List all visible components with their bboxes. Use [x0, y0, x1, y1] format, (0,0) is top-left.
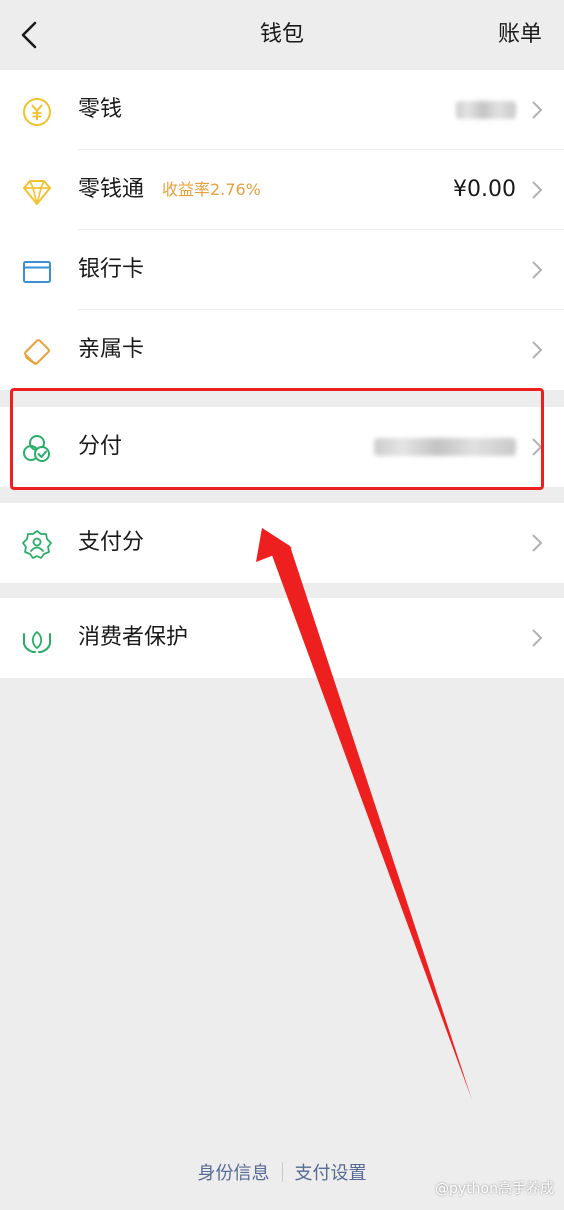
- identity-info-link[interactable]: 身份信息: [198, 1159, 270, 1185]
- wallet-item-lingqiantong[interactable]: 零钱通 收益率2.76% ¥0.00: [0, 150, 564, 230]
- bill-button[interactable]: 账单: [498, 0, 542, 70]
- fenfu-item[interactable]: 分付: [0, 407, 564, 487]
- chevron-right-icon: [532, 261, 543, 279]
- wallet-item-value: ¥0.00: [453, 177, 516, 202]
- footer-divider: [281, 1162, 283, 1182]
- consumer-group: 消费者保护: [0, 598, 564, 678]
- chevron-right-icon: [532, 534, 543, 552]
- pay-score-label: 支付分: [78, 530, 145, 555]
- pay-score-item[interactable]: 支付分: [0, 503, 564, 583]
- yield-badge: 收益率2.76%: [162, 180, 261, 199]
- blurred-balance: [456, 101, 516, 119]
- nav-bar: 钱包 账单: [0, 0, 564, 70]
- wallet-item-label: 零钱: [78, 97, 123, 122]
- yen-coin-icon: [20, 95, 54, 129]
- consumer-protection-item[interactable]: 消费者保护: [0, 598, 564, 678]
- diamond-icon: [20, 175, 54, 209]
- wallet-item-label: 零钱通: [78, 177, 145, 202]
- wallet-item-change[interactable]: 零钱: [0, 70, 564, 150]
- chevron-right-icon: [532, 101, 543, 119]
- wallet-item-label: 亲属卡: [78, 337, 145, 362]
- chevron-right-icon: [532, 629, 543, 647]
- fenfu-label: 分付: [78, 434, 123, 459]
- pay-score-group: 支付分: [0, 503, 564, 583]
- family-card-icon: [20, 335, 54, 369]
- page-title: 钱包: [259, 22, 304, 47]
- fenfu-circles-icon: [20, 432, 54, 466]
- wallet-item-label: 银行卡: [78, 257, 145, 282]
- chevron-right-icon: [532, 181, 543, 199]
- blurred-amount: [374, 438, 516, 456]
- watermark: @python高手养成: [435, 1181, 554, 1197]
- wallet-group: 零钱 零钱通 收益率2.76% ¥0.00 银行卡 亲属卡: [0, 70, 564, 390]
- pay-settings-link[interactable]: 支付设置: [295, 1159, 367, 1185]
- pay-score-badge-icon: [20, 528, 54, 562]
- wallet-item-family-card[interactable]: 亲属卡: [0, 310, 564, 390]
- chevron-right-icon: [532, 341, 543, 359]
- protection-hands-icon: [20, 623, 54, 657]
- chevron-right-icon: [532, 438, 543, 456]
- bank-card-icon: [20, 255, 54, 289]
- consumer-label: 消费者保护: [78, 625, 189, 650]
- wallet-item-bank-card[interactable]: 银行卡: [0, 230, 564, 310]
- fenfu-group: 分付: [0, 407, 564, 487]
